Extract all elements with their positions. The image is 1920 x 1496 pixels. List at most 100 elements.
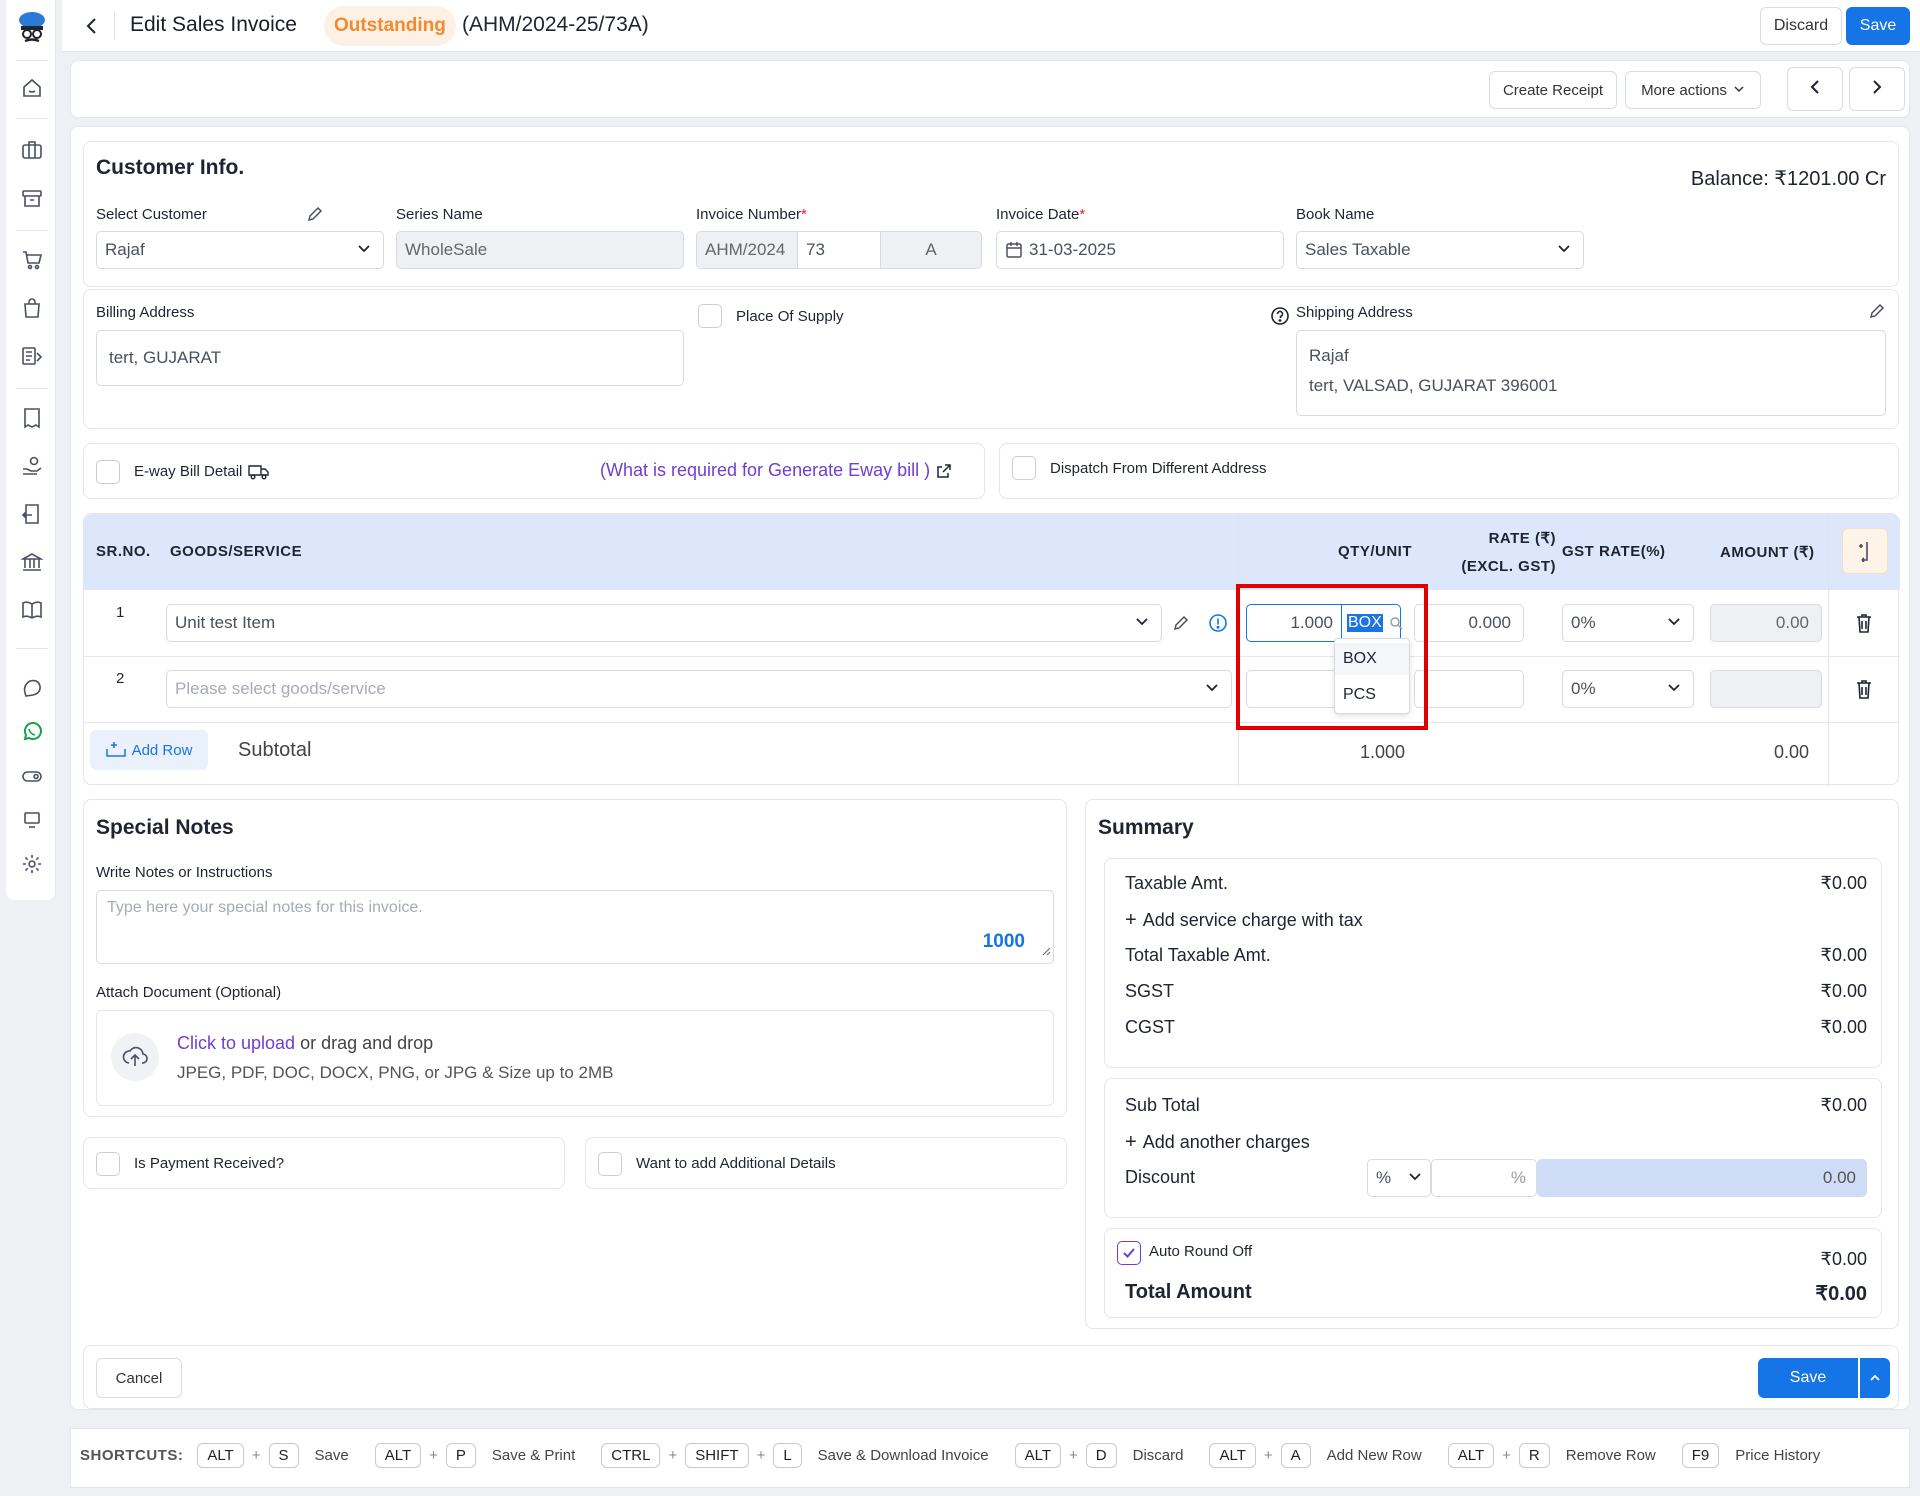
book-icon[interactable] — [20, 598, 44, 622]
shortcut-action: Add New Row — [1326, 1447, 1422, 1464]
payment-received-checkbox[interactable] — [96, 1152, 120, 1176]
whatsapp-icon[interactable] — [20, 720, 44, 744]
row-sr: 2 — [116, 670, 125, 687]
trash-icon[interactable] — [1854, 678, 1874, 705]
gst-select[interactable]: 0% — [1562, 670, 1694, 708]
invoice-date-input[interactable]: 31-03-2025 — [996, 231, 1284, 269]
pencil-icon[interactable] — [306, 205, 324, 228]
dashboard-icon[interactable] — [20, 76, 44, 100]
add-charges-link[interactable]: + Add another charges — [1125, 1131, 1310, 1154]
discount-percent-input[interactable]: % — [1431, 1159, 1537, 1197]
additional-details-section: Want to add Additional Details — [585, 1137, 1067, 1189]
prev-invoice-button[interactable] — [1787, 67, 1843, 111]
pencil-icon[interactable] — [1172, 614, 1190, 637]
notes-textarea[interactable]: Type here your special notes for this in… — [96, 890, 1054, 964]
unit-input[interactable]: BOX — [1341, 604, 1403, 642]
special-notes-title: Special Notes — [96, 816, 234, 839]
upload-dropzone[interactable]: Click to upload or drag and drop JPEG, P… — [96, 1010, 1054, 1106]
additional-details-checkbox[interactable] — [598, 1152, 622, 1176]
reports-icon[interactable] — [20, 344, 44, 368]
rate-input[interactable]: 0.000 — [1414, 604, 1524, 642]
back-arrow-icon[interactable] — [80, 14, 104, 38]
add-service-charge-link[interactable]: + Add service charge with tax — [1125, 909, 1363, 932]
unit-option-box[interactable]: BOX — [1335, 643, 1409, 675]
truck-icon — [248, 464, 270, 480]
logo-icon[interactable] — [16, 10, 48, 46]
col-sr: SR.NO. — [96, 543, 151, 560]
plus-icon: + — [1125, 909, 1137, 931]
amount-field: 0.00 — [1710, 604, 1822, 642]
bank-icon[interactable] — [20, 550, 44, 574]
form-footer: Cancel Save — [83, 1345, 1899, 1409]
upload-link[interactable]: Click to upload — [177, 1033, 295, 1053]
help-icon[interactable] — [1270, 306, 1290, 331]
info-icon[interactable] — [1208, 613, 1228, 638]
toggle-icon[interactable] — [20, 764, 44, 788]
eway-help-link[interactable]: (What is required for Generate Eway bill… — [600, 460, 952, 481]
shopping-bag-icon[interactable] — [20, 296, 44, 320]
save-options-button[interactable] — [1860, 1358, 1890, 1398]
more-actions-button[interactable]: More actions — [1625, 71, 1761, 109]
status-badge: Outstanding — [324, 6, 456, 46]
shortcut-key: S — [268, 1443, 299, 1468]
rate-input[interactable] — [1414, 670, 1524, 708]
footer-save-button[interactable]: Save — [1758, 1358, 1858, 1398]
taxable-value: ₹0.00 — [1820, 873, 1868, 893]
return-icon[interactable] — [20, 502, 44, 526]
dispatch-checkbox[interactable] — [1012, 456, 1036, 480]
payment-received-section: Is Payment Received? — [83, 1137, 565, 1189]
add-row-button[interactable]: Add Row — [90, 730, 208, 770]
discount-amount-field: 0.00 — [1537, 1159, 1867, 1197]
chevron-down-icon — [1205, 679, 1219, 699]
col-rate: RATE (₹) — [1488, 530, 1556, 547]
auto-round-off-checkbox[interactable] — [1117, 1241, 1141, 1265]
next-invoice-button[interactable] — [1849, 67, 1905, 111]
cancel-button[interactable]: Cancel — [96, 1358, 182, 1398]
shortcut-key: P — [445, 1443, 476, 1468]
create-receipt-button[interactable]: Create Receipt — [1489, 71, 1617, 109]
dispatch-section: Dispatch From Different Address — [999, 443, 1899, 499]
sub-total-value: ₹0.00 — [1820, 1095, 1868, 1115]
chevron-down-icon — [357, 240, 371, 260]
header-save-button[interactable]: Save — [1846, 7, 1910, 45]
shipping-address-box[interactable]: Rajaf tert, VALSAD, GUJARAT 396001 — [1296, 330, 1886, 416]
eway-bill-checkbox[interactable] — [96, 460, 120, 484]
notes-placeholder: Type here your special notes for this in… — [107, 899, 423, 916]
unit-option-pcs[interactable]: PCS — [1335, 679, 1409, 711]
goods-select[interactable]: Please select goods/service — [166, 670, 1232, 708]
goods-select[interactable]: Unit test Item — [166, 604, 1162, 642]
invoice-suffix-field: A — [880, 231, 982, 269]
briefcase-icon[interactable] — [20, 138, 44, 162]
monitor-icon[interactable] — [20, 808, 44, 832]
column-settings-button[interactable] — [1842, 528, 1888, 574]
discount-type-select[interactable]: % — [1367, 1159, 1431, 1197]
settings-icon[interactable] — [20, 852, 44, 876]
place-of-supply-checkbox[interactable] — [698, 304, 722, 328]
shortcut-key: ALT — [1447, 1443, 1495, 1468]
hand-coin-icon[interactable] — [20, 454, 44, 478]
pencil-icon[interactable] — [1868, 302, 1886, 325]
chat-icon[interactable] — [20, 676, 44, 700]
shortcut-key: A — [1280, 1443, 1311, 1468]
receipt-icon[interactable] — [20, 406, 44, 430]
gst-select[interactable]: 0% — [1562, 604, 1694, 642]
trash-icon[interactable] — [1854, 612, 1874, 639]
customer-info-title: Customer Info. — [96, 156, 245, 179]
resize-handle-icon[interactable] — [1041, 943, 1051, 961]
shortcut-action: Save & Print — [491, 1447, 576, 1464]
cart-icon[interactable] — [20, 248, 44, 272]
book-name-select[interactable]: Sales Taxable — [1296, 231, 1584, 269]
total-box: Auto Round Off ₹0.00 Total Amount ₹0.00 — [1104, 1228, 1882, 1318]
tax-summary-box: Taxable Amt. ₹0.00 + Add service charge w… — [1104, 858, 1882, 1068]
invoice-number-input[interactable]: 73 — [797, 231, 881, 269]
billing-address-box[interactable]: tert, GUJARAT — [96, 330, 684, 386]
eway-bill-section: E-way Bill Detail (What is required for … — [83, 443, 985, 499]
discard-button[interactable]: Discard — [1760, 7, 1842, 45]
archive-icon[interactable] — [20, 186, 44, 210]
sub-total-label: Sub Total — [1125, 1095, 1200, 1115]
notes-char-counter: 1000 — [982, 931, 1025, 952]
insert-column-icon — [1855, 540, 1875, 562]
qty-input[interactable]: 1.000 — [1246, 604, 1342, 642]
external-link-icon — [936, 463, 952, 479]
customer-select[interactable]: Rajaf — [96, 231, 384, 269]
